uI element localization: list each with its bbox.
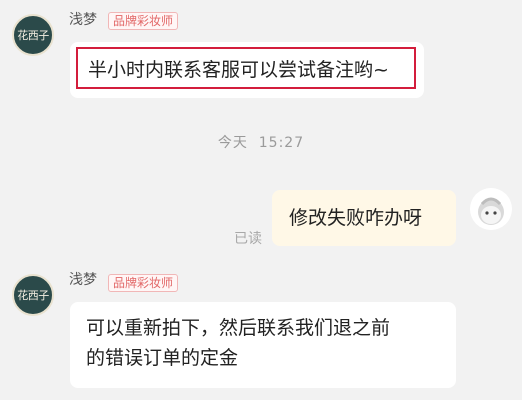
sender-name: 浅梦	[69, 12, 97, 28]
read-status: 已读	[234, 231, 262, 247]
brand-avatar[interactable]: 花西子	[12, 274, 54, 316]
user-avatar[interactable]	[470, 188, 512, 230]
message-line: 可以重新拍下，然后联系我们退之前	[86, 317, 391, 339]
cartoon-avatar-icon	[470, 188, 512, 230]
brand-avatar[interactable]: 花西子	[12, 14, 54, 56]
time-separator: 今天 15:27	[217, 135, 305, 151]
message-bubble[interactable]: 可以重新拍下，然后联系我们退之前 的错误订单的定金	[70, 302, 456, 388]
brand-logo-text: 花西子	[17, 289, 49, 302]
my-message-text: 修改失败咋办呀	[289, 207, 423, 229]
role-badge: 品牌彩妆师	[108, 274, 179, 292]
role-badge: 品牌彩妆师	[108, 12, 179, 30]
message-text: 半小时内联系客服可以尝试备注哟~	[88, 59, 389, 81]
sender-name: 浅梦	[69, 272, 97, 288]
brand-logo-text: 花西子	[17, 29, 49, 42]
my-message-bubble[interactable]: 修改失败咋办呀	[272, 190, 456, 246]
message-line: 的错误订单的定金	[86, 347, 239, 369]
